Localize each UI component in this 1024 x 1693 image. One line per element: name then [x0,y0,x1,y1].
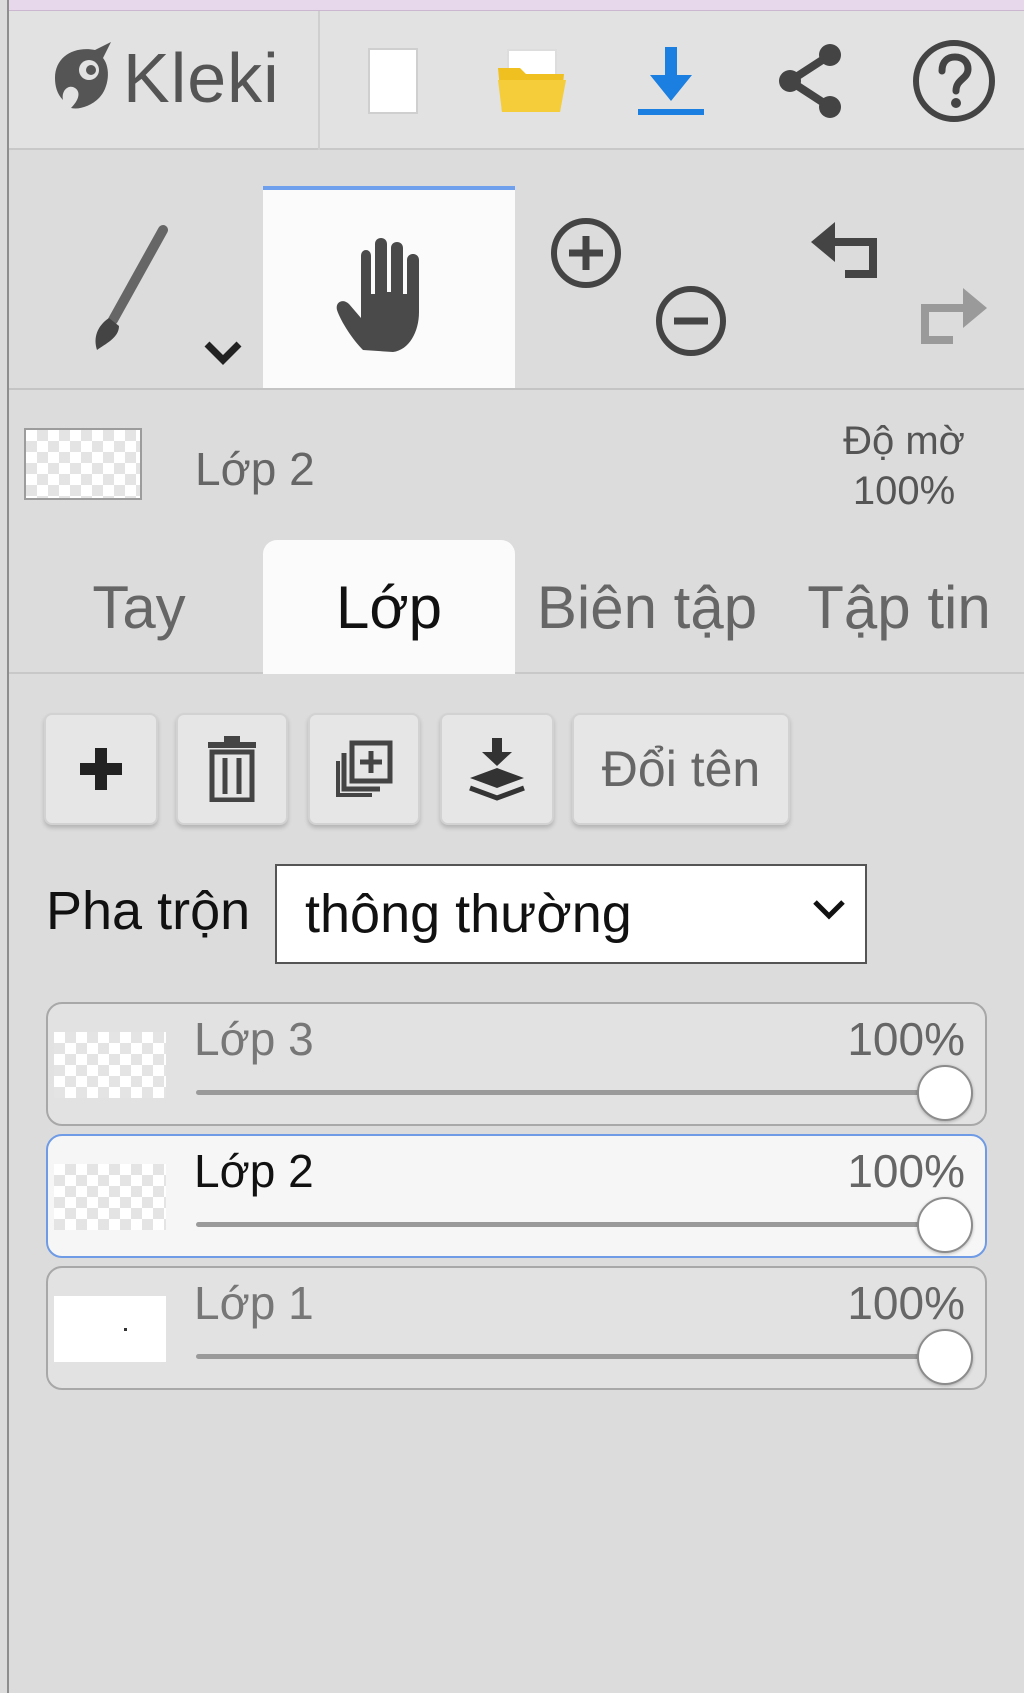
new-image-button[interactable] [348,39,438,123]
duplicate-layer-button[interactable] [308,713,420,825]
hand-icon [336,238,419,352]
opacity-label: Độ mờ [843,419,965,463]
current-layer-bar: Lớp 2 Độ mờ 100% [9,390,1024,530]
tab-layers[interactable]: Lớp [263,540,515,674]
current-layer-name: Lớp 2 [195,443,315,495]
header-divider [318,11,320,150]
layer-item[interactable]: Lớp 3 100% [46,1002,987,1126]
opacity-readout: Độ mờ 100% [824,416,984,516]
opacity-slider-track[interactable] [196,1354,941,1359]
tab-file[interactable]: Tập tin [779,540,1019,674]
layer-item[interactable]: Lớp 1 100% [46,1266,987,1390]
duplicate-icon [336,740,393,797]
zoom-in-button[interactable] [549,186,629,388]
layer-name: Lớp 1 [194,1277,314,1329]
panel-tabs: Tay Lớp Biên tập Tập tin [9,530,1024,674]
blend-mode-value: thông thường [305,884,632,944]
chevron-down-icon[interactable] [201,338,245,368]
zoom-in-icon [551,218,621,288]
undo-icon [811,222,877,278]
merge-down-button[interactable] [440,713,554,825]
hand-tool[interactable] [263,186,515,388]
layer-thumbnail [54,1296,166,1362]
download-button[interactable] [626,39,716,123]
open-folder-icon [498,49,566,112]
add-layer-button[interactable] [44,713,158,825]
undo-button[interactable] [809,186,899,388]
layer-opacity: 100% [847,1145,965,1197]
brush-tool[interactable] [9,186,261,388]
opacity-slider-track[interactable] [196,1090,941,1095]
app-name: Kleki [123,39,280,117]
rename-layer-button[interactable]: Đổi tên [572,713,790,825]
header-bar: Kleki [9,11,1024,150]
redo-icon [921,288,987,344]
tab-edit[interactable]: Biên tập [527,540,767,674]
opacity-slider-track[interactable] [196,1222,941,1227]
layer-name: Lớp 2 [194,1145,314,1197]
kleki-bird-icon [55,42,111,109]
trash-icon [208,736,256,802]
window-top-strip [0,0,1024,11]
download-icon [638,47,704,115]
tool-bar [9,186,1024,390]
plus-icon [80,748,122,790]
new-image-icon [368,48,418,114]
share-icon [779,44,841,118]
opacity-slider-knob[interactable] [917,1329,973,1385]
blend-mode-select[interactable]: thông thường [275,864,867,964]
current-layer-thumbnail [24,428,142,500]
delete-layer-button[interactable] [176,713,288,825]
rename-label: Đổi tên [601,741,761,797]
help-button[interactable] [909,39,999,123]
kleki-logo[interactable]: Kleki [45,33,280,123]
layer-thumbnail [54,1164,166,1230]
opacity-slider-knob[interactable] [917,1065,973,1121]
layer-thumbnail [54,1032,166,1098]
layer-opacity: 100% [847,1277,965,1329]
layer-opacity: 100% [847,1013,965,1065]
blend-mode-label: Pha trộn [46,881,251,941]
opacity-slider-knob[interactable] [917,1197,973,1253]
opacity-value: 100% [852,469,956,513]
merge-down-icon [469,738,525,801]
tab-hand[interactable]: Tay [19,540,259,674]
left-edge [0,0,9,1693]
zoom-out-button[interactable] [654,186,734,388]
brush-icon [95,225,168,350]
layer-name: Lớp 3 [194,1013,314,1065]
chevron-down-icon [813,900,845,920]
redo-button[interactable] [909,186,1009,388]
layer-item-selected[interactable]: Lớp 2 100% [46,1134,987,1258]
share-button[interactable] [765,39,855,123]
open-file-button[interactable] [487,39,577,123]
zoom-out-icon [656,286,726,356]
help-icon [913,40,995,122]
